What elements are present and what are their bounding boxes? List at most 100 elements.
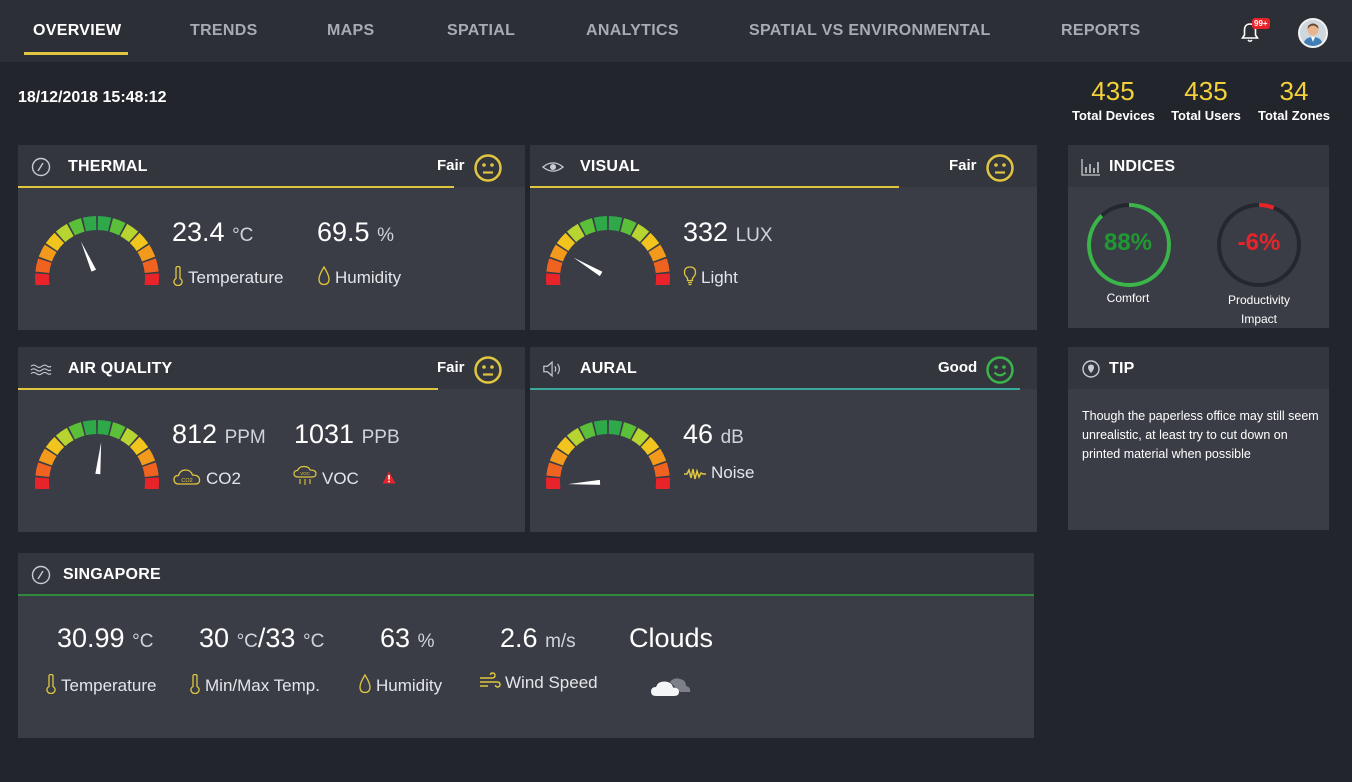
card-title: TIP xyxy=(1109,360,1135,377)
noise-unit: dB xyxy=(720,427,744,448)
light-label-text: Light xyxy=(701,268,738,287)
tip-card: TIP Though the paperless office may stil… xyxy=(1068,347,1329,530)
tab-spatial-vs-environmental[interactable]: SPATIAL VS ENVIRONMENTAL xyxy=(749,22,991,40)
thermometer-icon xyxy=(190,673,200,695)
light-value: 332 xyxy=(683,217,729,247)
temperature-unit: °C xyxy=(232,225,254,246)
co2-cloud-icon: CO2 xyxy=(173,469,201,485)
thermal-gauge xyxy=(35,216,159,285)
neutral-face-icon xyxy=(474,154,502,182)
co2-label-text: CO2 xyxy=(206,469,241,488)
card-title: THERMAL xyxy=(68,158,148,175)
tab-reports[interactable]: REPORTS xyxy=(1061,22,1140,40)
gauge-segment xyxy=(35,258,52,273)
card-header: SINGAPORE xyxy=(18,553,1034,595)
notifications-button[interactable]: 99+ xyxy=(1240,18,1270,46)
gauge-icon xyxy=(31,565,51,585)
voc-cloud-icon: VOC xyxy=(293,465,317,485)
sg-wind-reading: 2.6 m/s xyxy=(500,623,576,654)
water-drop-icon xyxy=(318,265,330,286)
sg-temperature-unit: °C xyxy=(132,631,154,652)
sg-min-value: 30 xyxy=(199,623,230,653)
tab-maps[interactable]: MAPS xyxy=(327,22,374,40)
gauge-segment xyxy=(655,477,670,489)
water-drop-icon xyxy=(359,673,371,694)
gauge-segment xyxy=(97,420,112,436)
stat-value: 435 xyxy=(1091,76,1135,106)
voc-label-text: VOC xyxy=(322,469,359,488)
stat-total-zones: 34 Total Zones xyxy=(1258,76,1330,123)
gauge-segment xyxy=(142,258,159,273)
productivity-value: -6% xyxy=(1237,229,1281,256)
sg-max-unit: °C xyxy=(302,631,325,652)
wind-icon xyxy=(480,672,501,688)
temperature-reading: 23.4 °C xyxy=(172,217,253,248)
gauge-segment xyxy=(144,273,159,285)
active-tab-indicator xyxy=(24,52,128,55)
card-title: SINGAPORE xyxy=(63,566,161,583)
happy-face-icon xyxy=(986,356,1014,384)
visual-card[interactable]: VISUAL Fair 332 LUX Light xyxy=(530,145,1037,330)
cloud-icon xyxy=(651,678,691,696)
light-reading: 332 LUX xyxy=(683,217,773,248)
gauge-needle xyxy=(573,257,603,277)
singapore-weather-card[interactable]: SINGAPORE 30.99 °C Temperature 30 °C/33 … xyxy=(18,553,1034,738)
humidity-label-text: Humidity xyxy=(335,268,402,287)
tip-text: Though the paperless office may still se… xyxy=(1082,409,1319,461)
noise-value: 46 xyxy=(683,419,714,449)
card-title: AIR QUALITY xyxy=(68,360,173,377)
gauge-segment xyxy=(608,216,623,232)
card-header: INDICES xyxy=(1068,145,1329,187)
gauge-segment xyxy=(35,462,52,477)
status-label: Good xyxy=(938,359,978,376)
aural-gauge xyxy=(546,420,670,489)
card-title: VISUAL xyxy=(580,158,640,175)
humidity-unit: % xyxy=(377,225,394,246)
sg-wind-unit: m/s xyxy=(545,631,576,652)
stat-total-devices: 435 Total Devices xyxy=(1072,76,1155,123)
air-quality-gauge xyxy=(35,420,159,489)
indices-card[interactable]: INDICES 88% Comfort -6% Productivity Imp… xyxy=(1068,145,1329,328)
thermometer-icon xyxy=(46,673,56,695)
gauge-segment xyxy=(653,258,670,273)
sg-humidity-label-text: Humidity xyxy=(376,676,443,695)
location-pin-icon xyxy=(1082,360,1100,378)
gauge-segment xyxy=(35,477,50,489)
thermometer-icon xyxy=(173,265,183,287)
aural-card[interactable]: AURAL Good 46 dB Noise xyxy=(530,347,1037,532)
temperature-label-text: Temperature xyxy=(188,268,284,287)
sg-humidity-unit: % xyxy=(417,631,435,652)
sg-temperature-value: 30.99 xyxy=(57,623,125,653)
light-label: Light xyxy=(683,266,738,288)
sound-wave-icon xyxy=(684,467,706,480)
gauge-icon xyxy=(31,157,51,177)
gauge-segment xyxy=(546,462,563,477)
card-header: TIP xyxy=(1068,347,1329,389)
lightbulb-icon xyxy=(683,266,697,286)
gauge-segment xyxy=(593,216,608,232)
co2-unit: PPM xyxy=(224,427,266,448)
tab-overview[interactable]: OVERVIEW xyxy=(33,22,121,40)
gauge-needle xyxy=(568,479,601,485)
timestamp: 18/12/2018 15:48:12 xyxy=(18,89,167,106)
wind-waves-icon xyxy=(30,364,52,376)
thermal-card[interactable]: THERMAL Fair 23.4 °C Temperature 69.5 % … xyxy=(18,145,525,330)
air-quality-card[interactable]: AIR QUALITY Fair 812 PPM CO2 CO2 1031 PPB… xyxy=(18,347,525,532)
gauge-segment xyxy=(655,273,670,285)
sg-minmax-reading: 30 °C/33 °C xyxy=(199,623,324,654)
sg-humidity-reading: 63 % xyxy=(380,623,434,654)
status-underline xyxy=(18,388,438,390)
gauge-segment xyxy=(608,420,623,436)
humidity-label: Humidity xyxy=(317,265,402,288)
sg-max-value: 33 xyxy=(265,623,296,653)
tab-trends[interactable]: TRENDS xyxy=(190,22,258,40)
sg-temperature-label: Temperature xyxy=(45,673,156,696)
card-title: INDICES xyxy=(1109,158,1176,175)
productivity-label: Productivity Impact xyxy=(1209,291,1309,329)
tab-analytics[interactable]: ANALYTICS xyxy=(586,22,679,40)
voc-value: 1031 xyxy=(294,419,355,449)
light-unit: LUX xyxy=(735,225,773,246)
user-avatar[interactable] xyxy=(1298,18,1328,48)
tab-spatial[interactable]: SPATIAL xyxy=(447,22,515,40)
sg-humidity-label: Humidity xyxy=(358,673,443,696)
